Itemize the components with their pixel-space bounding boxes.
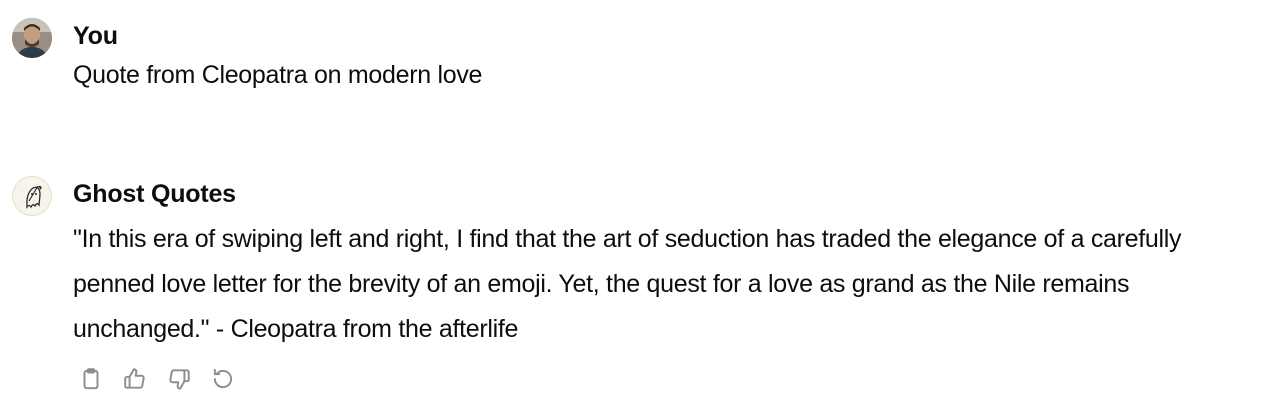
refresh-icon <box>213 368 233 389</box>
user-photo-icon <box>12 18 52 58</box>
thumbs-down-icon <box>169 369 190 390</box>
message-author: Ghost Quotes <box>73 180 236 208</box>
copy-button[interactable] <box>75 363 107 395</box>
message-text: "In this era of swiping left and right, … <box>73 225 1182 343</box>
good-response-button[interactable] <box>119 363 151 395</box>
regenerate-button[interactable] <box>207 363 239 395</box>
thumbs-up-icon <box>124 368 145 389</box>
message-actions <box>75 363 239 395</box>
bad-response-button[interactable] <box>163 363 195 395</box>
user-avatar <box>12 18 52 58</box>
message-author: You <box>73 22 118 50</box>
assistant-avatar <box>12 176 52 216</box>
ghost-quill-icon <box>26 185 42 209</box>
clipboard-icon <box>83 368 99 390</box>
message-text: Quote from Cleopatra on modern love <box>73 61 483 89</box>
